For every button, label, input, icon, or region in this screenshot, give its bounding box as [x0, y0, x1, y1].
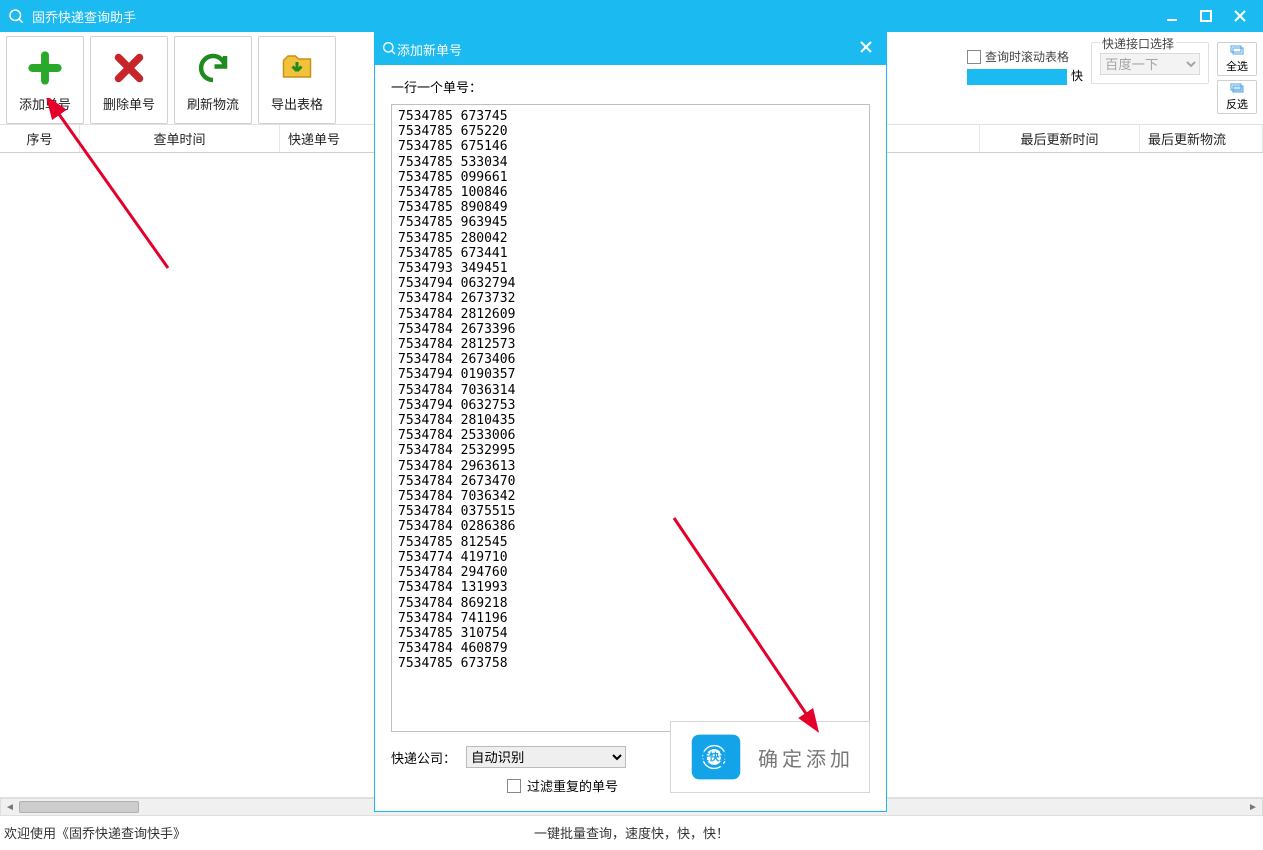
- app-title: 固乔快递查询助手: [32, 7, 1155, 26]
- refresh-label: 刷新物流: [187, 94, 239, 113]
- col-time[interactable]: 查单时间: [80, 125, 280, 152]
- interface-legend: 快递接口选择: [1100, 35, 1176, 52]
- export-label: 导出表格: [271, 94, 323, 113]
- invert-select-icon: [1230, 83, 1244, 95]
- add-number-button[interactable]: 添加单号: [6, 36, 84, 124]
- add-number-label: 添加单号: [19, 94, 71, 113]
- select-all-icon: [1230, 45, 1244, 57]
- delete-number-label: 删除单号: [103, 94, 155, 113]
- col-idx[interactable]: 序号: [0, 125, 80, 152]
- svg-text:查快递: 查快递: [698, 751, 731, 764]
- right-panel: 查询时滚动表格 快 快递接口选择 百度一下 全选 反选: [967, 36, 1257, 124]
- dialog-titlebar: 添加新单号: [375, 33, 886, 65]
- main-titlebar: 固乔快递查询助手: [0, 0, 1263, 32]
- scroll-thumb[interactable]: [19, 801, 139, 813]
- confirm-add-button[interactable]: 查快递 确定添加: [670, 721, 870, 793]
- refresh-icon: [193, 48, 233, 88]
- x-icon: [109, 48, 149, 88]
- dialog-app-icon: [381, 40, 397, 59]
- folder-export-icon: [277, 48, 317, 88]
- confirm-logo-icon: 查快递: [686, 728, 746, 786]
- dialog-instruction: 一行一个单号：: [391, 77, 870, 96]
- select-all-label: 全选: [1226, 58, 1248, 74]
- plus-icon: [25, 48, 65, 88]
- col-last[interactable]: 最后更新物流: [1140, 125, 1263, 152]
- delete-number-button[interactable]: 删除单号: [90, 36, 168, 124]
- speed-label: 快: [1071, 67, 1083, 84]
- scroll-left-arrow[interactable]: ◄: [1, 799, 19, 815]
- interface-group: 快递接口选择 百度一下: [1091, 42, 1209, 84]
- scroll-on-query-label: 查询时滚动表格: [985, 48, 1069, 65]
- refresh-button[interactable]: 刷新物流: [174, 36, 252, 124]
- courier-company-label: 快递公司：: [391, 748, 456, 767]
- speed-slider[interactable]: [967, 69, 1067, 85]
- minimize-button[interactable]: [1155, 0, 1189, 32]
- confirm-add-label: 确定添加: [758, 743, 854, 772]
- invert-select-button[interactable]: 反选: [1217, 80, 1257, 114]
- interface-select[interactable]: 百度一下: [1100, 53, 1200, 75]
- dialog-title: 添加新单号: [397, 40, 852, 59]
- close-button[interactable]: [1223, 0, 1257, 32]
- scroll-on-query-checkbox[interactable]: 查询时滚动表格: [967, 48, 1069, 65]
- scroll-right-arrow[interactable]: ►: [1244, 799, 1262, 815]
- status-center: 一键批量查询，速度快，快，快！: [422, 823, 840, 842]
- statusbar: 欢迎使用《固乔快递查询快手》 一键批量查询，速度快，快，快！: [0, 816, 1263, 848]
- select-all-button[interactable]: 全选: [1217, 42, 1257, 76]
- export-button[interactable]: 导出表格: [258, 36, 336, 124]
- add-number-dialog: 添加新单号 一行一个单号： 快递公司： 自动识别 过滤重复的单号: [374, 32, 887, 812]
- tracking-numbers-textarea[interactable]: [391, 104, 870, 732]
- filter-dup-label: 过滤重复的单号: [527, 776, 618, 795]
- status-left: 欢迎使用《固乔快递查询快手》: [4, 823, 422, 842]
- col-upd[interactable]: 最后更新时间: [980, 125, 1140, 152]
- window-controls: [1155, 0, 1257, 32]
- dialog-close-button[interactable]: [852, 40, 880, 58]
- maximize-button[interactable]: [1189, 0, 1223, 32]
- courier-company-select[interactable]: 自动识别: [466, 746, 626, 768]
- invert-select-label: 反选: [1226, 96, 1248, 112]
- app-icon: [6, 6, 26, 26]
